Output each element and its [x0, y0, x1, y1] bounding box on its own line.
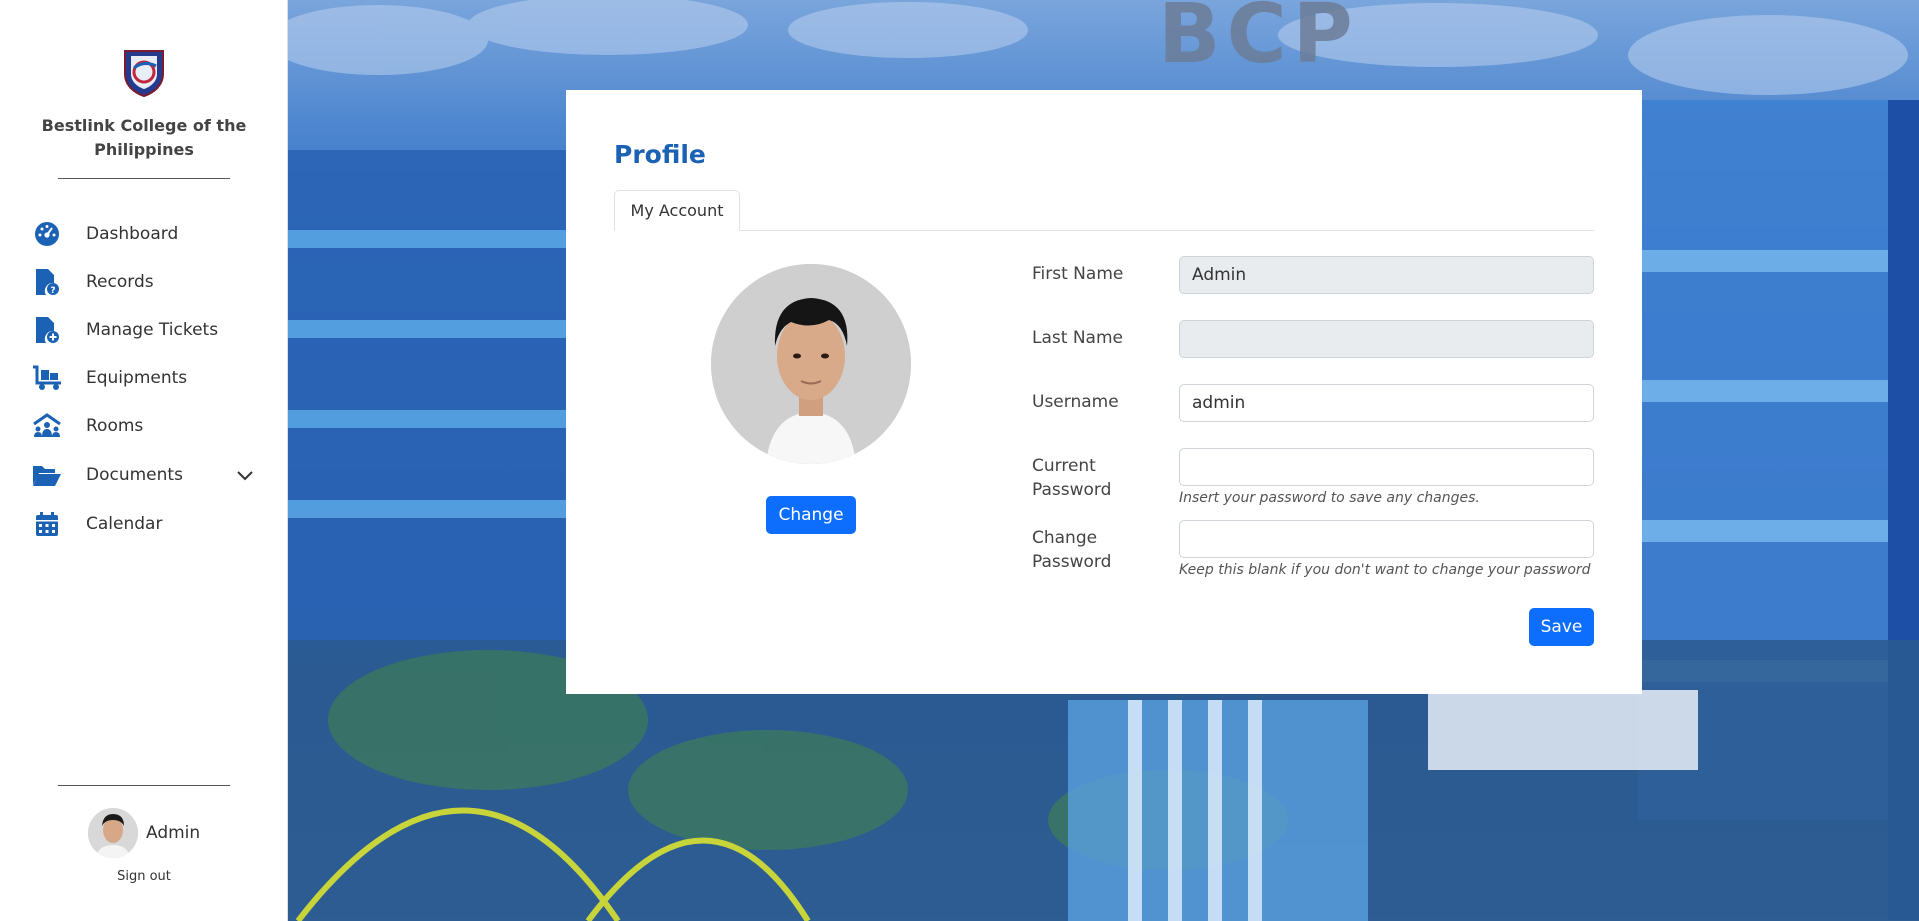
sidebar-item-rooms[interactable]: Rooms [32, 406, 262, 446]
tab-my-account[interactable]: My Account [614, 190, 740, 231]
calendar-icon [32, 509, 62, 539]
sidebar-item-documents[interactable]: Documents [32, 455, 262, 495]
current-password-field[interactable] [1179, 448, 1594, 486]
last-name-label: Last Name [1032, 328, 1123, 348]
current-password-label-line2: Password [1032, 480, 1112, 500]
change-password-field[interactable] [1179, 520, 1594, 558]
current-password-label: Current Password [1032, 454, 1111, 502]
sidebar-item-dashboard[interactable]: Dashboard [32, 214, 262, 254]
sidebar: Bestlink College of the Philippines Dash… [0, 0, 288, 921]
sidebar-divider [58, 178, 230, 179]
dashboard-gauge-icon [32, 219, 62, 249]
sidebar-item-label: Dashboard [86, 224, 179, 244]
save-button[interactable]: Save [1529, 608, 1594, 646]
file-plus-icon [32, 315, 62, 345]
user-name: Admin [146, 823, 201, 843]
svg-text:?: ? [50, 286, 55, 296]
school-crest-icon [124, 50, 164, 98]
sidebar-divider [58, 785, 230, 786]
sidebar-item-label: Documents [86, 465, 183, 485]
first-name-field[interactable] [1179, 256, 1594, 294]
sidebar-item-label: Equipments [86, 368, 188, 388]
user-profile[interactable]: Admin [0, 808, 288, 868]
current-password-label-line1: Current [1032, 456, 1096, 476]
change-photo-button[interactable]: Change [766, 496, 856, 534]
change-password-help: Keep this blank if you don't want to cha… [1179, 562, 1591, 578]
sidebar-item-label: Rooms [86, 416, 144, 436]
sidebar-item-label: Calendar [86, 514, 163, 534]
sign-out-link[interactable]: Sign out [0, 869, 288, 884]
change-password-label-line1: Change [1032, 528, 1098, 548]
first-name-label: First Name [1032, 264, 1124, 284]
sidebar-item-equipments[interactable]: Equipments [32, 358, 262, 398]
dolly-cart-icon [32, 363, 62, 393]
username-label: Username [1032, 392, 1119, 412]
change-password-label-line2: Password [1032, 552, 1112, 572]
last-name-field[interactable] [1179, 320, 1594, 358]
people-roof-icon [32, 411, 62, 441]
change-password-label: Change Password [1032, 526, 1111, 574]
school-name: Bestlink College of the Philippines [41, 116, 247, 159]
sidebar-item-records[interactable]: ? Records [32, 262, 262, 302]
chevron-down-icon[interactable] [236, 466, 254, 485]
page-title: Profile [614, 140, 706, 169]
svg-text:BCP: BCP [1158, 0, 1359, 82]
sidebar-item-label: Records [86, 272, 154, 292]
avatar[interactable] [88, 808, 138, 858]
profile-card: Profile My Account Change First Name Las… [566, 90, 1642, 694]
sidebar-item-label: Manage Tickets [86, 320, 219, 340]
username-field[interactable] [1179, 384, 1594, 422]
sidebar-item-calendar[interactable]: Calendar [32, 504, 262, 544]
profile-photo [711, 264, 911, 464]
sidebar-item-manage-tickets[interactable]: Manage Tickets [32, 310, 262, 350]
folder-open-icon [32, 460, 62, 490]
current-password-help: Insert your password to save any changes… [1179, 490, 1480, 506]
file-question-icon: ? [32, 267, 62, 297]
tabs-divider [614, 230, 1594, 231]
